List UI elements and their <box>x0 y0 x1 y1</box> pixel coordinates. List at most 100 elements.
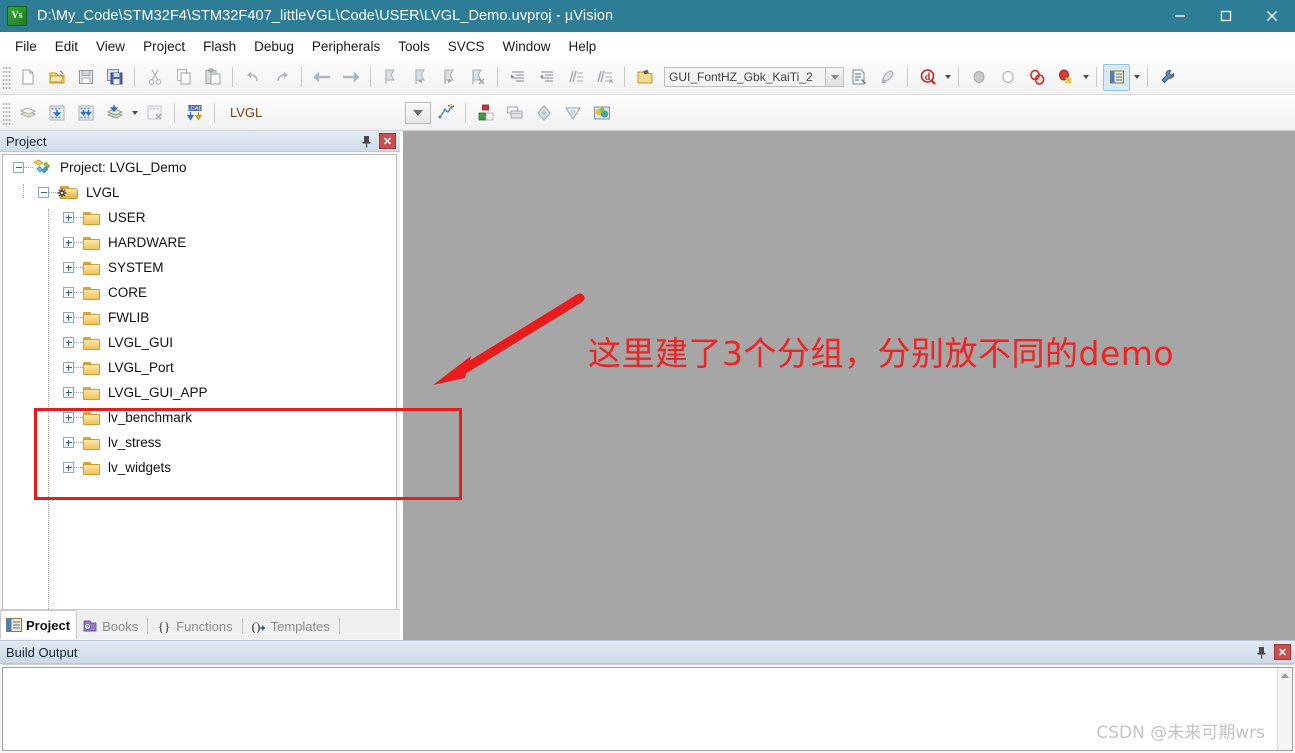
debug-dropdown-caret-icon[interactable] <box>942 65 953 89</box>
project-tree[interactable]: Project: LVGL_Demo <box>2 154 397 617</box>
kill-breakpoints-icon[interactable] <box>1023 64 1050 91</box>
navigate-forward-icon[interactable] <box>337 64 364 91</box>
close-icon[interactable]: ✕ <box>1274 644 1291 660</box>
tab-functions[interactable]: {} Functions <box>151 613 238 639</box>
tree-node-group-system[interactable]: SYSTEM <box>3 255 396 280</box>
tree-node-target-lvgl[interactable]: LVGL <box>3 180 396 205</box>
menu-window[interactable]: Window <box>493 36 559 57</box>
menu-svcs[interactable]: SVCS <box>439 36 494 57</box>
multi-project-icon[interactable] <box>588 99 615 126</box>
tree-node-group-user[interactable]: USER <box>3 205 396 230</box>
windows-dropdown-caret-icon[interactable] <box>1131 65 1142 89</box>
folder-icon <box>83 211 101 225</box>
maximize-icon[interactable] <box>1203 0 1249 32</box>
menu-edit[interactable]: Edit <box>46 36 87 57</box>
menu-file[interactable]: File <box>6 36 46 57</box>
expand-expander-icon[interactable] <box>63 387 74 398</box>
navigate-back-icon[interactable] <box>308 64 335 91</box>
collapse-expander-icon[interactable] <box>38 187 49 198</box>
books-icon[interactable] <box>530 99 557 126</box>
close-icon[interactable]: ✕ <box>379 133 396 149</box>
close-icon[interactable] <box>1249 0 1295 32</box>
rebuild-all-icon[interactable] <box>72 99 99 126</box>
bookmark-next-icon[interactable] <box>435 64 462 91</box>
window-controls <box>1157 0 1295 32</box>
disable-breakpoint-icon[interactable] <box>994 64 1021 91</box>
build-output-scrollbar[interactable] <box>1277 668 1292 750</box>
indent-decrease-icon[interactable] <box>533 64 560 91</box>
undo-icon[interactable] <box>239 64 266 91</box>
expand-expander-icon[interactable] <box>63 312 74 323</box>
redo-icon[interactable] <box>268 64 295 91</box>
manage-project-items-icon[interactable] <box>472 99 499 126</box>
batch-build-caret-icon[interactable] <box>129 101 140 125</box>
find-in-files-icon[interactable] <box>631 64 658 91</box>
tree-node-group-lvgl-gui-app[interactable]: LVGL_GUI_APP <box>3 380 396 405</box>
target-select-dropdown[interactable] <box>405 102 431 124</box>
expand-expander-icon[interactable] <box>63 362 74 373</box>
open-file-icon[interactable] <box>43 64 70 91</box>
find-combo[interactable]: GUI_FontHZ_Gbk_KaiTi_2 <box>664 67 844 87</box>
manage-windows-icon[interactable] <box>1103 64 1130 91</box>
paste-icon[interactable] <box>199 64 226 91</box>
indent-increase-icon[interactable] <box>504 64 531 91</box>
minimize-icon[interactable] <box>1157 0 1203 32</box>
scroll-up-icon[interactable] <box>1281 673 1289 678</box>
expand-expander-icon[interactable] <box>63 262 74 273</box>
pin-icon[interactable] <box>358 133 374 150</box>
menu-flash[interactable]: Flash <box>194 36 245 57</box>
comment-icon[interactable] <box>562 64 589 91</box>
target-options-icon[interactable] <box>432 99 459 126</box>
configure-icon[interactable] <box>874 64 901 91</box>
expand-expander-icon[interactable] <box>63 337 74 348</box>
bookmark-clear-icon[interactable] <box>464 64 491 91</box>
expand-expander-icon[interactable] <box>63 237 74 248</box>
uncomment-icon[interactable] <box>591 64 618 91</box>
manage-layers-icon[interactable] <box>501 99 528 126</box>
tree-node-group-hardware[interactable]: HARDWARE <box>3 230 396 255</box>
tree-node-group-fwlib[interactable]: FWLIB <box>3 305 396 330</box>
insert-file-icon[interactable] <box>845 64 872 91</box>
tree-node-group-lvgl-port[interactable]: LVGL_Port <box>3 355 396 380</box>
tree-node-project-root[interactable]: Project: LVGL_Demo <box>3 155 396 180</box>
toolbar-grip[interactable] <box>3 65 11 89</box>
toolbar-grip[interactable] <box>3 101 11 125</box>
tab-project[interactable]: Project <box>0 610 77 639</box>
expand-expander-icon[interactable] <box>63 212 74 223</box>
tree-node-group-lvgl-gui[interactable]: LVGL_GUI <box>3 330 396 355</box>
collapse-expander-icon[interactable] <box>13 162 24 173</box>
find-combo-value: GUI_FontHZ_Gbk_KaiTi_2 <box>665 70 825 84</box>
menu-tools[interactable]: Tools <box>389 36 439 57</box>
build-target-icon[interactable] <box>43 99 70 126</box>
chevron-down-icon[interactable] <box>825 68 843 86</box>
batch-build-icon[interactable] <box>101 99 128 126</box>
debug-start-icon[interactable]: d <box>914 64 941 91</box>
breakpoints-dropdown-caret-icon[interactable] <box>1080 65 1091 89</box>
pin-icon[interactable] <box>1253 644 1269 661</box>
menu-project[interactable]: Project <box>134 36 194 57</box>
tab-books[interactable]: ? Books <box>77 613 144 639</box>
menu-debug[interactable]: Debug <box>245 36 303 57</box>
download-icon[interactable]: LOAD <box>181 99 208 126</box>
disable-all-breakpoints-icon[interactable] <box>1052 64 1079 91</box>
save-icon[interactable] <box>72 64 99 91</box>
pack-installer-icon[interactable] <box>559 99 586 126</box>
menu-view[interactable]: View <box>87 36 134 57</box>
menu-peripherals[interactable]: Peripherals <box>303 36 389 57</box>
copy-icon[interactable] <box>170 64 197 91</box>
expand-expander-icon[interactable] <box>63 287 74 298</box>
new-file-icon[interactable] <box>14 64 41 91</box>
cut-icon[interactable] <box>141 64 168 91</box>
tab-templates[interactable]: () Templates <box>246 613 336 639</box>
insert-breakpoint-icon[interactable] <box>965 64 992 91</box>
configure-target-icon[interactable] <box>1154 64 1181 91</box>
tree-node-group-core[interactable]: CORE <box>3 280 396 305</box>
tab-separator <box>147 618 148 634</box>
tab-label: Project <box>26 618 70 633</box>
translate-file-icon[interactable] <box>14 99 41 126</box>
bookmark-prev-icon[interactable] <box>406 64 433 91</box>
bookmark-toggle-icon[interactable] <box>377 64 404 91</box>
menu-help[interactable]: Help <box>560 36 606 57</box>
stop-build-icon[interactable] <box>141 99 168 126</box>
save-all-icon[interactable] <box>101 64 128 91</box>
